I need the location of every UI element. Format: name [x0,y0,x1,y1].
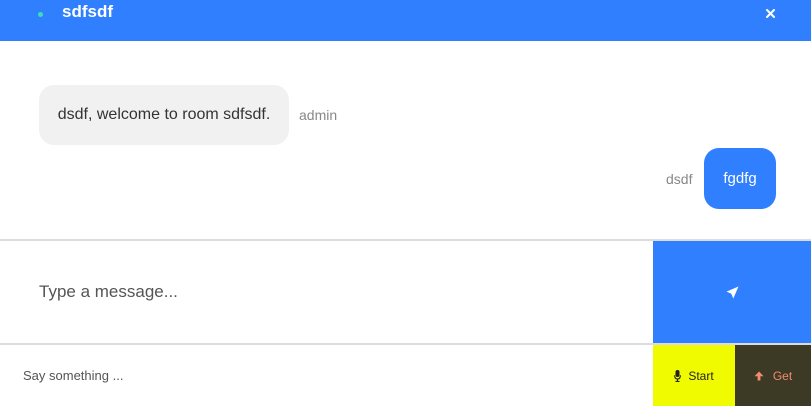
get-button-label: Get [772,368,793,383]
arrow-up-icon [754,371,764,381]
send-icon [726,286,739,299]
message-bubble-sent: fgdfg [704,148,776,209]
microphone-icon [674,369,682,382]
message-input[interactable] [0,241,653,343]
close-button[interactable] [758,3,782,23]
speech-input[interactable] [0,345,653,406]
online-status-dot [38,12,43,17]
message-sender: dsdf [666,171,693,187]
message-list: dsdf, welcome to room sdfsdf. admin dsdf… [0,41,811,239]
get-button[interactable]: Get [735,345,811,406]
start-recording-button[interactable]: Start [653,345,735,406]
close-icon [765,8,775,18]
chat-header: sdfsdf [0,0,811,41]
message-bubble-received: dsdf, welcome to room sdfsdf. [39,85,289,145]
start-button-label: Start [688,368,714,383]
room-title: sdfsdf [62,2,113,21]
message-sender: admin [299,107,338,123]
send-button[interactable] [653,241,811,343]
